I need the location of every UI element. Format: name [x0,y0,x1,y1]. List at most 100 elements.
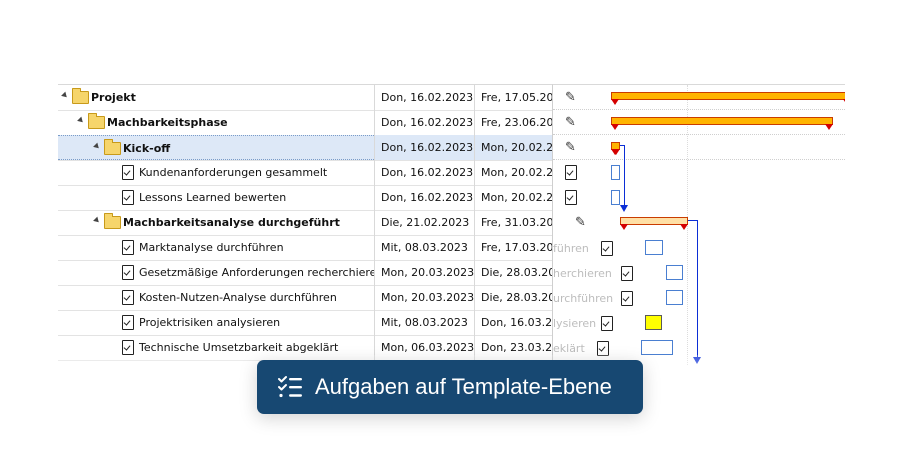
task-name: Kosten-Nutzen-Analyse durchführen [139,291,337,304]
task-name: Projekt [91,91,136,104]
table-row[interactable]: Lessons Learned bewerten Don, 16.02.2023… [58,185,553,211]
task-name: Lessons Learned bewerten [139,191,287,204]
summary-bar-projekt[interactable] [611,92,845,105]
pin-icon[interactable]: ✎ [565,115,576,130]
summary-bar-machbarkeitsanalyse[interactable] [620,217,688,230]
collapse-arrow-icon[interactable] [61,91,69,100]
start-date-cell[interactable]: Don, 16.02.2023 [374,185,475,210]
task-bar[interactable] [666,265,683,280]
end-date-cell[interactable]: Fre, 17.03.2023 [474,235,553,260]
collapse-arrow-icon[interactable] [93,142,101,151]
collapse-arrow-icon[interactable] [93,216,101,225]
task-check-icon [122,315,134,330]
table-row[interactable]: Projekt Don, 16.02.2023 Fre, 17.05.2023 [58,85,553,111]
start-date-cell[interactable]: Mon, 20.03.2023 [374,285,475,310]
end-date-cell[interactable]: Fre, 23.06.2023 [474,110,553,135]
end-date-cell[interactable]: Fre, 31.03.2023 [474,210,553,235]
start-date-cell[interactable]: Die, 21.02.2023 [374,210,475,235]
task-name: Gesetzmäßige Anforderungen recherchieren [139,266,374,279]
end-date-cell[interactable]: Die, 28.03.2023 [474,260,553,285]
task-bar[interactable] [611,190,620,205]
end-date: Mon, 20.02.2023 [481,141,553,154]
table-row-selected[interactable]: Kick-off Don, 16.02.2023 Mon, 20.02.2023 [58,135,553,161]
pin-icon[interactable]: ✎ [565,90,576,105]
end-date: Don, 16.03.2023 [481,316,553,329]
task-bar[interactable] [645,240,663,255]
table-row[interactable]: Kundenanforderungen gesammelt Don, 16.02… [58,160,553,186]
gantt-chart[interactable]: ✎ ✎ ✎ ✎ führen herchieren urchführen lys… [552,84,845,365]
collapse-arrow-icon[interactable] [77,116,85,125]
gantt-row-line [553,109,845,110]
end-date-cell[interactable]: Fre, 17.05.2023 [474,85,553,110]
start-date: Mon, 06.03.2023 [381,341,475,354]
task-name-cell[interactable]: Lessons Learned bewerten [58,185,374,210]
end-date: Fre, 17.05.2023 [481,91,553,104]
start-date-cell[interactable]: Don, 16.02.2023 [374,160,475,185]
table-row[interactable]: Machbarkeitsanalyse durchgeführt Die, 21… [58,210,553,236]
start-date: Don, 16.02.2023 [381,141,474,154]
task-check-icon [122,340,134,355]
task-name: Technische Umsetzbarkeit abgeklärt [139,341,339,354]
folder-icon [72,88,89,104]
start-date: Mon, 20.03.2023 [381,266,475,279]
gantt-task-label: herchieren [553,267,612,280]
task-check-icon [122,165,134,180]
task-name-cell[interactable]: Marktanalyse durchführen [58,235,374,260]
dependency-link [697,220,698,358]
end-date-cell[interactable]: Mon, 20.02.2023 [474,135,553,160]
task-name-cell[interactable]: Projekt [58,85,374,110]
end-date: Die, 28.03.2023 [481,291,553,304]
table-row[interactable]: Machbarkeitsphase Don, 16.02.2023 Fre, 2… [58,110,553,136]
task-name: Machbarkeitsanalyse durchgeführt [123,216,340,229]
start-date-cell[interactable]: Don, 16.02.2023 [374,135,475,160]
end-date: Mon, 20.02.2023 [481,166,553,179]
end-date: Mon, 20.02.2023 [481,191,553,204]
start-date-cell[interactable]: Mon, 20.03.2023 [374,260,475,285]
end-date-cell[interactable]: Don, 16.03.2023 [474,310,553,335]
task-name: Projektrisiken analysieren [139,316,281,329]
task-bar[interactable] [641,340,673,355]
task-bar[interactable] [611,165,620,180]
feature-badge: Aufgaben auf Template-Ebene [257,360,643,414]
start-date-cell[interactable]: Don, 16.02.2023 [374,85,475,110]
start-date: Don, 16.02.2023 [381,91,474,104]
task-name: Marktanalyse durchführen [139,241,284,254]
end-date: Fre, 23.06.2023 [481,116,553,129]
end-date: Fre, 17.03.2023 [481,241,553,254]
task-name: Kick-off [123,142,171,155]
table-row[interactable]: Gesetzmäßige Anforderungen recherchieren… [58,260,553,286]
summary-bar-kickoff[interactable] [611,142,620,155]
task-name-cell[interactable]: Kosten-Nutzen-Analyse durchführen [58,285,374,310]
end-date-cell[interactable]: Mon, 20.02.2023 [474,185,553,210]
task-bar-highlighted[interactable] [645,315,662,330]
pin-icon[interactable]: ✎ [575,215,586,230]
dependency-link [624,145,625,205]
task-check-icon [565,190,577,205]
table-row[interactable]: Marktanalyse durchführen Mit, 08.03.2023… [58,235,553,261]
start-date: Don, 16.02.2023 [381,191,474,204]
summary-bar-machbarkeitsphase[interactable] [611,117,833,130]
gantt-task-label: führen [553,242,589,255]
task-name-cell[interactable]: Machbarkeitsphase [58,110,374,135]
folder-icon [104,139,121,155]
task-bar[interactable] [666,290,683,305]
task-name-cell[interactable]: Kundenanforderungen gesammelt [58,160,374,185]
task-name-cell[interactable]: Kick-off [58,135,374,160]
table-row[interactable]: Kosten-Nutzen-Analyse durchführen Mon, 2… [58,285,553,311]
start-date: Mit, 08.03.2023 [381,316,468,329]
screenshot-stage: Projekt Don, 16.02.2023 Fre, 17.05.2023 … [0,0,900,450]
task-name-cell[interactable]: Gesetzmäßige Anforderungen recherchieren [58,260,374,285]
start-date-cell[interactable]: Mit, 08.03.2023 [374,310,475,335]
task-name-cell[interactable]: Machbarkeitsanalyse durchgeführt [58,210,374,235]
gantt-row-line [553,159,845,160]
start-date-cell[interactable]: Mit, 08.03.2023 [374,235,475,260]
pin-icon[interactable]: ✎ [565,140,576,155]
task-name: Machbarkeitsphase [107,116,228,129]
table-row[interactable]: Projektrisiken analysieren Mit, 08.03.20… [58,310,553,336]
end-date-cell[interactable]: Mon, 20.02.2023 [474,160,553,185]
task-check-icon [565,165,577,180]
end-date: Fre, 31.03.2023 [481,216,553,229]
start-date-cell[interactable]: Don, 16.02.2023 [374,110,475,135]
task-name-cell[interactable]: Projektrisiken analysieren [58,310,374,335]
end-date-cell[interactable]: Die, 28.03.2023 [474,285,553,310]
